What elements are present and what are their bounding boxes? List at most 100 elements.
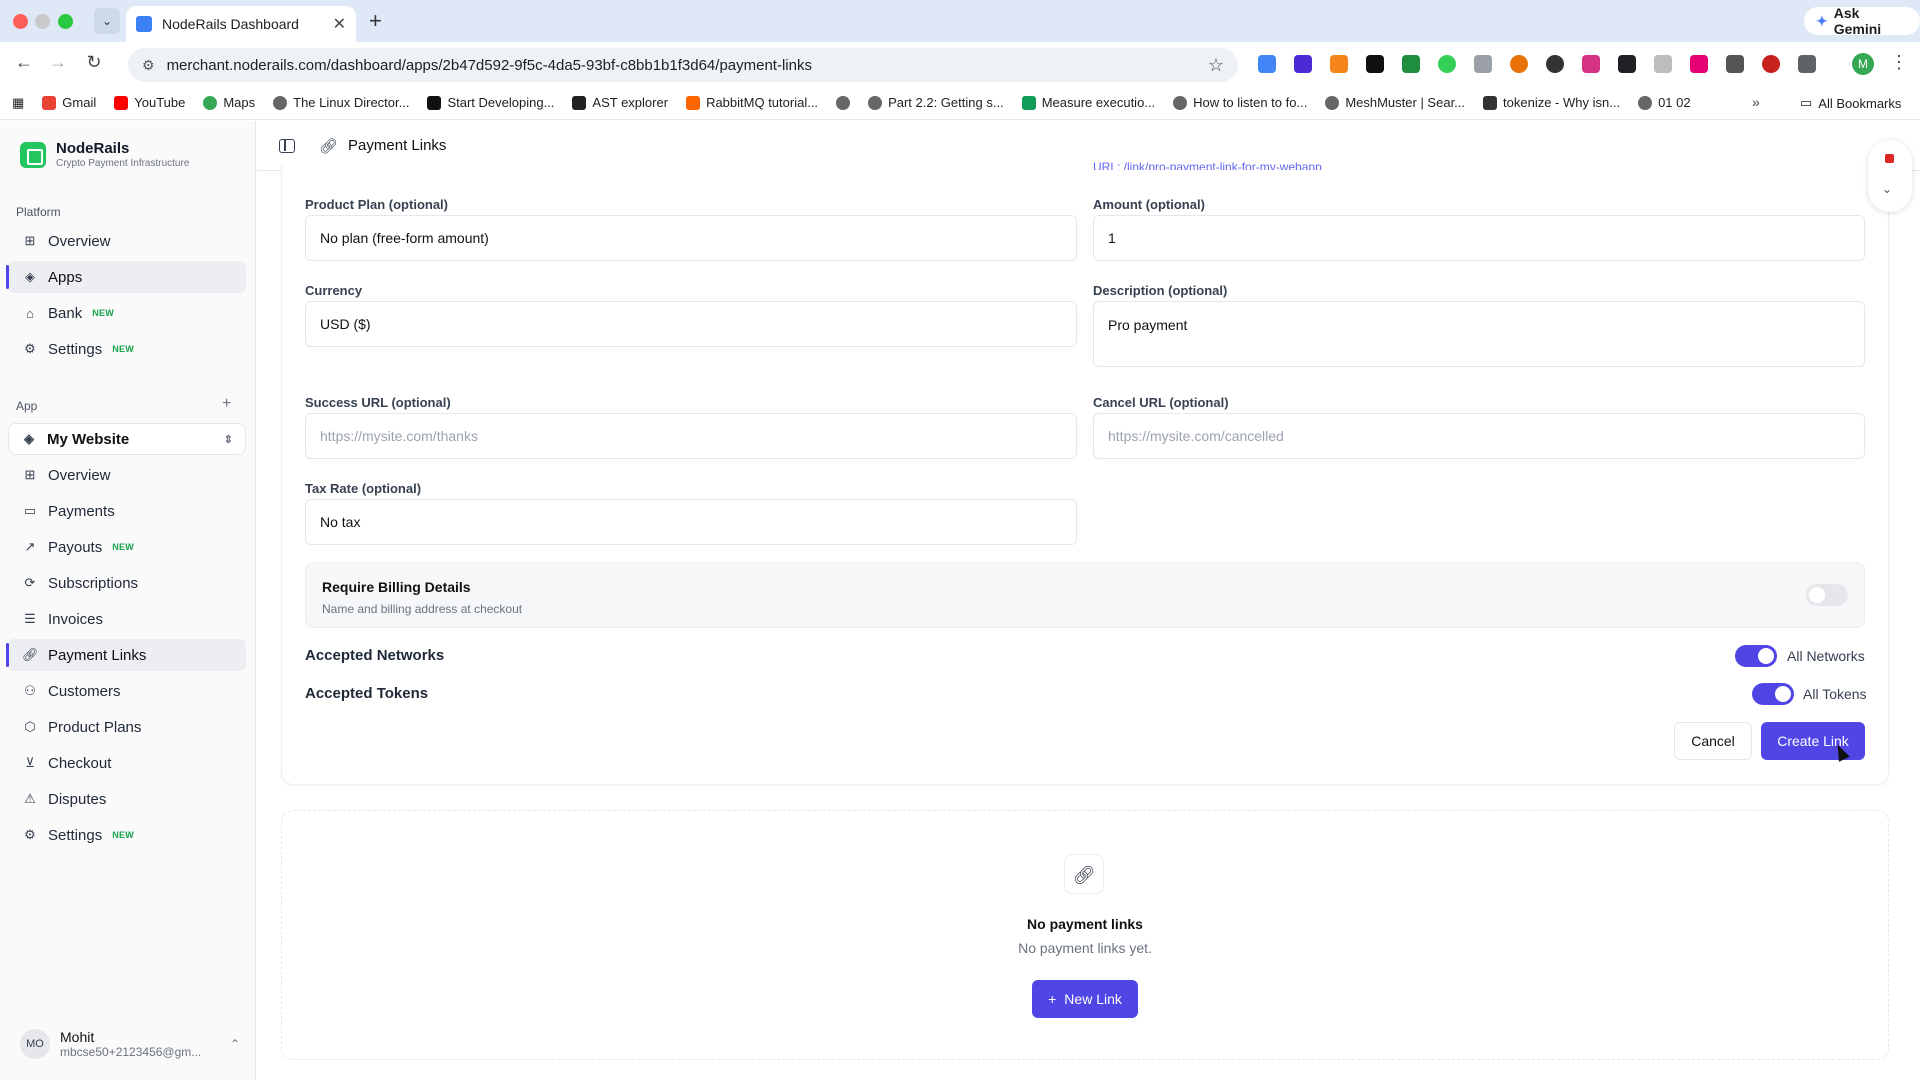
sidebar-item-payment-links[interactable]: 🔗︎ Payment Links: [6, 639, 246, 671]
sidebar-item-invoices[interactable]: ☰ Invoices: [8, 603, 246, 635]
favicon-icon: [136, 16, 152, 32]
chevron-down-icon[interactable]: ⌄: [1882, 182, 1892, 196]
bookmark-item[interactable]: Part 2.2: Getting s...: [868, 95, 1004, 110]
arrow-up-right-icon: ↗: [24, 539, 36, 554]
toggle-sidebar-icon[interactable]: [279, 138, 295, 153]
sidebar-item-customers[interactable]: ⚇ Customers: [8, 675, 246, 707]
page-title: Payment Links: [348, 137, 447, 154]
maximize-window-button[interactable]: [58, 14, 73, 29]
sidebar-item-subscriptions[interactable]: ⟳ Subscriptions: [8, 567, 246, 599]
tab-search-button[interactable]: ⌄: [94, 8, 120, 34]
extension-icon[interactable]: [1690, 55, 1708, 73]
extension-icon[interactable]: [1546, 55, 1564, 73]
bookmark-item[interactable]: RabbitMQ tutorial...: [686, 95, 818, 110]
currency-select[interactable]: USD ($): [305, 301, 1077, 347]
minimize-window-button[interactable]: [35, 14, 50, 29]
recording-widget[interactable]: ⌄: [1868, 140, 1912, 212]
ask-gemini-label: Ask Gemini: [1833, 5, 1882, 37]
chevron-up-down-icon: ⇕: [223, 433, 233, 446]
bookmark-icon: [1021, 95, 1036, 110]
cancel-url-input[interactable]: https://mysite.com/cancelled: [1093, 413, 1865, 459]
forward-icon[interactable]: →: [46, 52, 70, 73]
sidebar-item-settings[interactable]: ⚙ Settings NEW: [8, 333, 246, 365]
close-tab-icon[interactable]: ✕: [333, 14, 346, 34]
sidebar-item-payouts[interactable]: ↗ Payouts NEW: [8, 531, 246, 563]
bookmark-item[interactable]: [836, 95, 851, 110]
bookmark-item[interactable]: 01 02: [1638, 95, 1691, 110]
all-bookmarks-button[interactable]: ▭ All Bookmarks: [1800, 95, 1901, 111]
success-url-input[interactable]: https://mysite.com/thanks: [305, 413, 1077, 459]
cancel-button[interactable]: Cancel: [1674, 722, 1752, 760]
sidebar-item-checkout[interactable]: ⊻ Checkout: [8, 747, 246, 779]
bookmark-item[interactable]: Gmail: [42, 95, 96, 110]
brand[interactable]: NodeRails Crypto Payment Infrastructure: [20, 140, 189, 169]
user-email: mbcse50+2123456@gm...: [60, 1045, 202, 1059]
sidebar: NodeRails Crypto Payment Infrastructure …: [0, 121, 256, 1080]
extension-icon[interactable]: [1474, 55, 1492, 73]
bookmark-item[interactable]: Start Developing...: [427, 95, 554, 110]
more-menu-icon[interactable]: ⋮: [1890, 52, 1908, 73]
stop-recording-icon[interactable]: [1885, 154, 1894, 163]
bookmark-item[interactable]: Measure executio...: [1021, 95, 1155, 110]
all-networks-label: All Networks: [1787, 648, 1865, 664]
sidebar-item-overview[interactable]: ⊞ Overview: [8, 225, 246, 257]
medium-icon[interactable]: [1366, 55, 1384, 73]
bookmark-item[interactable]: MeshMuster | Sear...: [1325, 95, 1465, 110]
extension-icon[interactable]: [1582, 55, 1600, 73]
extension-icon[interactable]: [1618, 55, 1636, 73]
tax-rate-select[interactable]: No tax: [305, 499, 1077, 545]
sidebar-item-app-overview[interactable]: ⊞ Overview: [8, 459, 246, 491]
reload-icon[interactable]: ↻: [82, 52, 106, 73]
extension-icon[interactable]: [1294, 55, 1312, 73]
plus-icon: +: [1048, 991, 1057, 1007]
metamask-icon[interactable]: [1330, 55, 1348, 73]
profile-avatar[interactable]: M: [1852, 53, 1874, 75]
bookmark-item[interactable]: How to listen to fo...: [1173, 95, 1307, 110]
billing-details-toggle[interactable]: [1806, 584, 1848, 606]
create-link-button[interactable]: Create Link: [1761, 722, 1865, 760]
apps-grid-icon[interactable]: ▦: [12, 95, 24, 111]
description-textarea[interactable]: Pro payment: [1093, 301, 1865, 367]
more-bookmarks-icon[interactable]: »: [1752, 94, 1760, 110]
sidebar-item-app-settings[interactable]: ⚙ Settings NEW: [8, 819, 246, 851]
extension-icon[interactable]: [1258, 55, 1276, 73]
amount-field[interactable]: 1: [1093, 215, 1865, 261]
brand-name: NodeRails: [56, 140, 130, 157]
extension-icon[interactable]: [1726, 55, 1744, 73]
bookmark-star-icon[interactable]: ☆: [1208, 55, 1224, 76]
extension-icon[interactable]: [1762, 55, 1780, 73]
sidebar-item-bank[interactable]: ⌂ Bank NEW: [8, 297, 246, 329]
bookmark-item[interactable]: tokenize - Why isn...: [1483, 95, 1620, 110]
extension-icon[interactable]: [1654, 55, 1672, 73]
site-info-icon[interactable]: ⚙: [142, 57, 155, 74]
sidebar-item-payments[interactable]: ▭ Payments: [8, 495, 246, 527]
back-icon[interactable]: ←: [12, 52, 36, 73]
add-app-icon[interactable]: +: [222, 395, 231, 413]
bookmark-item[interactable]: The Linux Director...: [273, 95, 409, 110]
bookmark-item[interactable]: AST explorer: [572, 95, 668, 110]
app-switcher[interactable]: ◈ My Website ⇕: [8, 423, 246, 455]
sidebar-item-apps[interactable]: ◈ Apps: [6, 261, 246, 293]
extensions-puzzle-icon[interactable]: [1798, 55, 1816, 73]
download-extension-icon[interactable]: [1402, 55, 1420, 73]
extension-icon[interactable]: [1438, 55, 1456, 73]
sidebar-item-disputes[interactable]: ⚠ Disputes: [8, 783, 246, 815]
close-window-button[interactable]: [13, 14, 28, 29]
link-icon: 🔗︎: [319, 137, 339, 155]
claude-icon[interactable]: [1510, 55, 1528, 73]
user-menu[interactable]: MO Mohit mbcse50+2123456@gm... ⌃: [20, 1029, 240, 1059]
new-badge: NEW: [112, 830, 135, 840]
all-networks-toggle[interactable]: [1735, 645, 1777, 667]
billing-details-subtitle: Name and billing address at checkout: [322, 602, 523, 616]
new-tab-button[interactable]: +: [369, 8, 382, 34]
bookmark-item[interactable]: Maps: [203, 95, 255, 110]
sidebar-item-product-plans[interactable]: ⬡ Product Plans: [8, 711, 246, 743]
product-plan-select[interactable]: No plan (free-form amount): [305, 215, 1077, 261]
new-link-button[interactable]: + New Link: [1032, 980, 1138, 1018]
ask-gemini-button[interactable]: ✦ Ask Gemini: [1804, 5, 1920, 37]
bookmark-item[interactable]: YouTube: [114, 95, 185, 110]
all-tokens-toggle[interactable]: [1752, 683, 1794, 705]
address-bar[interactable]: ⚙ merchant.noderails.com/dashboard/apps/…: [128, 48, 1238, 82]
browser-tab-active[interactable]: NodeRails Dashboard ✕: [126, 6, 356, 42]
browser-tab-bar: ⌄ NodeRails Dashboard ✕ + ✦ Ask Gemini: [0, 0, 1920, 42]
